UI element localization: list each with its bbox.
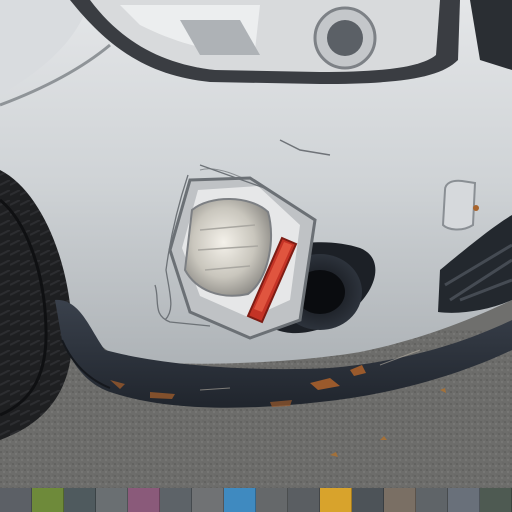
strip-tile: [160, 488, 192, 512]
strip-tile: [480, 488, 512, 512]
strip-tile: [256, 488, 288, 512]
photo-scene: [0, 0, 512, 512]
strip-tile: [384, 488, 416, 512]
tow-hook-cover: [441, 179, 477, 231]
strip-tile: [32, 488, 64, 512]
strip-tile: [224, 488, 256, 512]
strip-tile: [192, 488, 224, 512]
strip-tile: [64, 488, 96, 512]
strip-tile: [0, 488, 32, 512]
strip-tile: [96, 488, 128, 512]
strip-tile: [352, 488, 384, 512]
strip-tile: [320, 488, 352, 512]
strip-tile: [288, 488, 320, 512]
strip-tile: [416, 488, 448, 512]
bottom-texture-strip: [0, 488, 512, 512]
car-front-bumper-photo: [0, 0, 512, 490]
strip-tile: [128, 488, 160, 512]
strip-tile: [448, 488, 480, 512]
